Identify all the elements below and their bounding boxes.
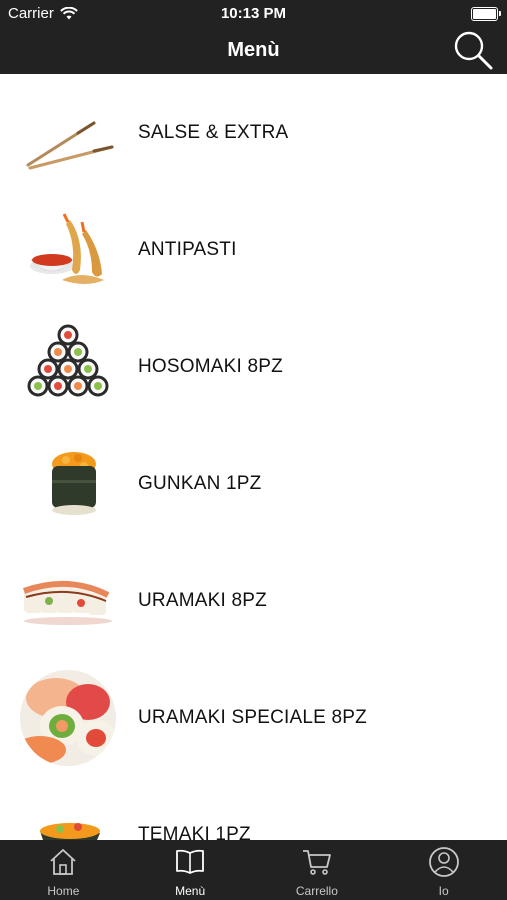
category-label: SALSE & EXTRA: [138, 121, 289, 143]
tab-bar: Home Menù Carrello Io: [0, 840, 507, 900]
uramaki-image: [22, 580, 112, 625]
hosomaki-pyramid-image: [27, 324, 109, 396]
category-row-salse-extra[interactable]: SALSE & EXTRA: [0, 74, 507, 191]
category-row-antipasti[interactable]: ANTIPASTI: [0, 191, 507, 308]
category-label: TEMAKI 1PZ: [138, 823, 251, 841]
cart-icon: [302, 850, 331, 875]
book-icon: [176, 849, 205, 874]
category-label: ANTIPASTI: [138, 238, 237, 260]
temaki-image: [40, 822, 100, 840]
fried-shrimp-image: [29, 212, 104, 284]
category-row-temaki[interactable]: TEMAKI 1PZ: [0, 776, 507, 840]
battery-icon: [471, 7, 501, 21]
category-label: GUNKAN 1PZ: [138, 472, 262, 494]
tab-home-label: Home: [47, 884, 80, 898]
category-label: HOSOMAKI 8PZ: [138, 355, 283, 377]
gunkan-image: [52, 451, 96, 515]
category-row-gunkan[interactable]: GUNKAN 1PZ: [0, 425, 507, 542]
navigation-bar: Menù: [0, 28, 507, 74]
category-row-uramaki-speciale[interactable]: URAMAKI SPECIALE 8PZ: [0, 659, 507, 776]
category-label: URAMAKI 8PZ: [138, 589, 267, 611]
category-row-uramaki[interactable]: URAMAKI 8PZ: [0, 542, 507, 659]
home-icon: [50, 849, 76, 875]
status-bar: Carrier 10:13 PM: [0, 0, 507, 28]
tab-menu-label: Menù: [175, 884, 206, 898]
category-label: URAMAKI SPECIALE 8PZ: [138, 706, 367, 728]
clock: 10:13 PM: [220, 5, 287, 22]
category-row-hosomaki[interactable]: HOSOMAKI 8PZ: [0, 308, 507, 425]
chopsticks-image: [26, 121, 114, 169]
search-icon[interactable]: [451, 28, 495, 72]
uramaki-speciale-image: [20, 669, 116, 766]
tab-home[interactable]: Home: [0, 840, 127, 900]
tab-cart[interactable]: Carrello: [254, 840, 381, 900]
tab-menu[interactable]: Menù: [127, 840, 254, 900]
tab-profile-label: Io: [438, 884, 449, 898]
page-title: Menù: [227, 39, 280, 61]
tab-cart-label: Carrello: [295, 884, 338, 898]
category-list: SALSE & EXTRA ANTIPASTI HOSOMAKI 8PZ GUN…: [0, 74, 507, 840]
tab-profile[interactable]: Io: [380, 840, 507, 900]
user-icon: [428, 847, 459, 877]
